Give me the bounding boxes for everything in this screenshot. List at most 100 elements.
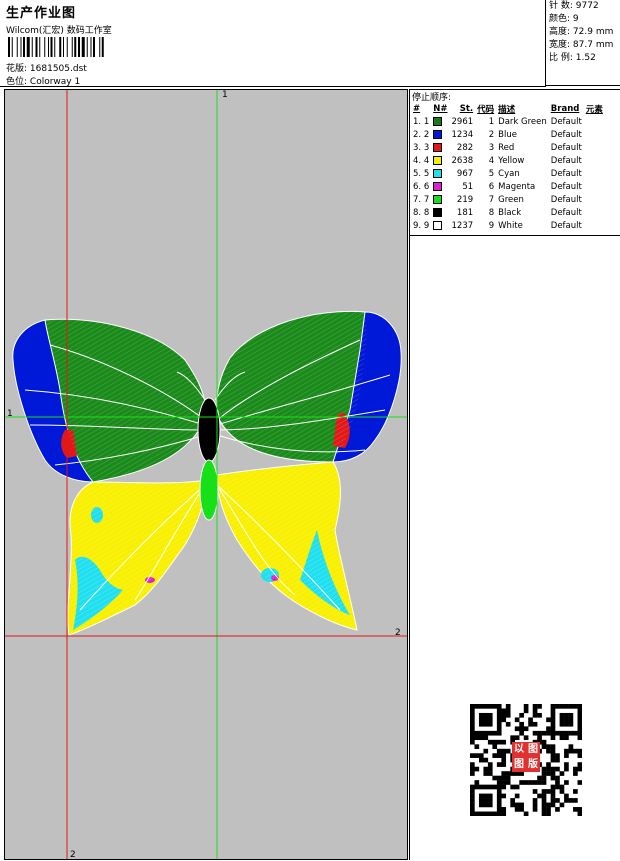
row-stitches: 181 xyxy=(456,207,474,218)
row-brand: Default xyxy=(550,220,582,231)
header-panel: 生产作业图 Wilcom(汇宏) 数码工作室 花版: 1681505.dst 色… xyxy=(0,0,546,87)
design-canvas: 1 1 2 2 xyxy=(4,89,408,860)
row-desc: Yellow xyxy=(498,155,525,166)
barcode xyxy=(8,37,104,57)
red-stamp: 以 图 图 版 xyxy=(512,742,540,772)
row-swatch xyxy=(431,128,449,141)
row-swatch xyxy=(431,193,449,206)
stamp-char-1: 以 xyxy=(514,744,524,755)
table-row: 6. 6 51 6 Magenta Default xyxy=(411,180,605,193)
row-desc: White xyxy=(498,220,523,231)
row-element xyxy=(584,154,605,167)
row-index: 8. 8 xyxy=(413,207,430,218)
stop-sequence-table: # N# St. 代码 描述 Brand 元素 1. 1 2961 1 Dark Gr… xyxy=(411,102,605,232)
design-value: 1681505.dst xyxy=(29,64,87,74)
panel-divider xyxy=(410,235,620,236)
table-header-row: # N# St. 代码 描述 Brand 元素 xyxy=(411,102,605,115)
stat-colors: 颜色: 9 xyxy=(549,14,579,24)
color-swatch xyxy=(433,207,443,217)
row-element xyxy=(584,219,605,232)
row-index: 9. 9 xyxy=(413,220,430,231)
stats-panel: 针 数: 9772 颜色: 9 高度: 72.9 mm 宽度: 87.7 mm … xyxy=(546,0,620,86)
row-stitches: 967 xyxy=(456,168,474,179)
row-brand: Default xyxy=(550,194,582,205)
guide-label-bottom: 2 xyxy=(70,850,76,860)
colorway-line: 色位: Colorway 1 xyxy=(6,74,80,87)
row-stitches: 2638 xyxy=(451,155,474,166)
row-swatch xyxy=(431,206,449,219)
row-brand: Default xyxy=(550,129,582,140)
color-swatch xyxy=(433,194,443,204)
row-stitches: 2961 xyxy=(451,116,474,127)
row-code: 7 xyxy=(488,194,495,205)
row-swatch xyxy=(431,115,449,128)
row-stitches: 219 xyxy=(456,194,474,205)
row-stitches: 1234 xyxy=(451,129,474,140)
row-desc: Black xyxy=(498,207,522,218)
row-desc: Dark Green xyxy=(498,116,547,127)
col-stitches: St. xyxy=(459,103,474,114)
table-row: 7. 7 219 7 Green Default xyxy=(411,193,605,206)
row-swatch xyxy=(431,219,449,232)
col-element: 元素 xyxy=(585,104,603,115)
col-code: 代码 xyxy=(477,104,495,115)
guide-label-left: 1 xyxy=(7,409,13,419)
design-label: 花版: xyxy=(6,64,28,74)
color-swatch xyxy=(433,129,443,139)
row-index: 2. 2 xyxy=(413,129,430,140)
col-brand: Brand xyxy=(550,103,580,114)
row-code: 1 xyxy=(488,116,495,127)
row-stitches: 1237 xyxy=(451,220,474,231)
document-title: 生产作业图 xyxy=(6,6,77,21)
row-brand: Default xyxy=(550,168,582,179)
row-index: 3. 3 xyxy=(413,142,430,153)
table-row: 9. 9 1237 9 White Default xyxy=(411,219,605,232)
row-stitches: 282 xyxy=(456,142,474,153)
row-stitches: 51 xyxy=(462,181,474,192)
company-name: Wilcom(汇宏) 数码工作室 xyxy=(6,26,112,36)
row-element xyxy=(584,167,605,180)
qr-code: 以 图 图 版 xyxy=(470,704,583,817)
row-index: 6. 6 xyxy=(413,181,430,192)
col-index: # xyxy=(413,103,421,114)
guide-label-right: 2 xyxy=(395,628,401,638)
row-brand: Default xyxy=(550,116,582,127)
table-row: 5. 5 967 5 Cyan Default xyxy=(411,167,605,180)
table-row: 2. 2 1234 2 Blue Default xyxy=(411,128,605,141)
row-index: 5. 5 xyxy=(413,168,430,179)
row-brand: Default xyxy=(550,181,582,192)
col-n: N# xyxy=(433,103,448,114)
col-desc: 描述 xyxy=(498,104,516,115)
row-element xyxy=(584,115,605,128)
color-swatch xyxy=(433,155,443,165)
colorway-value: Colorway 1 xyxy=(29,77,81,87)
row-swatch xyxy=(431,154,449,167)
row-element xyxy=(584,180,605,193)
stat-scale: 比 例: 1.52 xyxy=(549,53,596,63)
design-line: 花版: 1681505.dst xyxy=(6,61,87,74)
row-desc: Cyan xyxy=(498,168,520,179)
guide-label-top: 1 xyxy=(222,90,228,100)
row-element xyxy=(584,206,605,219)
stamp-char-2: 图 xyxy=(528,744,538,755)
colorway-label: 色位: xyxy=(6,77,28,87)
color-swatch xyxy=(433,142,443,152)
row-code: 3 xyxy=(488,142,495,153)
row-desc: Green xyxy=(498,194,524,205)
table-row: 8. 8 181 8 Black Default xyxy=(411,206,605,219)
stamp-char-3: 图 xyxy=(514,759,524,770)
color-swatch xyxy=(433,168,443,178)
butterfly-abdomen xyxy=(199,459,219,521)
row-desc: Red xyxy=(498,142,515,153)
stat-width: 宽度: 87.7 mm xyxy=(549,40,614,50)
row-code: 9 xyxy=(488,220,495,231)
row-swatch xyxy=(431,180,449,193)
table-row: 1. 1 2961 1 Dark Green Default xyxy=(411,115,605,128)
row-code: 4 xyxy=(488,155,495,166)
row-index: 7. 7 xyxy=(413,194,430,205)
stat-height: 高度: 72.9 mm xyxy=(549,27,614,37)
row-code: 2 xyxy=(488,129,495,140)
row-brand: Default xyxy=(550,207,582,218)
row-element xyxy=(584,141,605,154)
row-brand: Default xyxy=(550,155,582,166)
